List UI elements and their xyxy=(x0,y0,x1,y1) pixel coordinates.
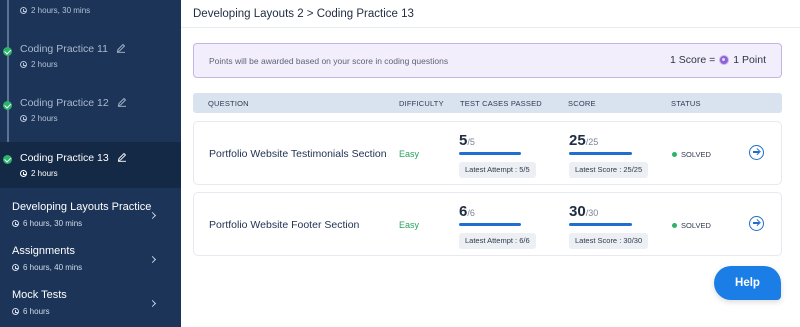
points-banner: Points will be awarded based on your sco… xyxy=(193,43,782,78)
chevron-right-icon xyxy=(148,299,157,308)
section-duration: 6 hours, 30 mins xyxy=(12,219,82,228)
practice-duration: 2 hours xyxy=(20,169,58,178)
clock-icon xyxy=(12,308,19,315)
points-coin-icon xyxy=(719,55,730,65)
latest-attempt-chip: Latest Attempt : 5/5 xyxy=(459,162,536,178)
header-difficulty: DIFFICULTY xyxy=(399,99,444,108)
table-header: QUESTION DIFFICULTY TEST CASES PASSED SC… xyxy=(193,93,782,113)
chevron-right-icon xyxy=(148,255,157,264)
check-icon xyxy=(3,101,12,110)
help-button[interactable]: Help xyxy=(714,266,781,300)
header-question: QUESTION xyxy=(208,99,249,108)
practice-duration: 2 hours xyxy=(20,60,58,69)
practice-title: Coding Practice 12 xyxy=(20,97,109,109)
banner-text: Points will be awarded based on your sco… xyxy=(209,56,449,66)
latest-score-chip: Latest Score : 25/25 xyxy=(569,162,649,178)
pencil-icon[interactable] xyxy=(116,43,126,53)
clock-icon xyxy=(20,115,27,122)
sidebar-section-mock-tests[interactable]: Mock Tests 6 hours xyxy=(0,289,181,327)
section-title: Developing Layouts Practice xyxy=(12,201,152,213)
score-value: 25/25 xyxy=(569,132,599,149)
status-badge: SOLVED xyxy=(672,150,711,159)
clock-icon xyxy=(12,220,19,227)
practice-title: Coding Practice 13 xyxy=(20,152,109,164)
clock-icon xyxy=(12,264,19,271)
score-label: 1 Score = xyxy=(670,54,716,66)
table-row[interactable]: Portfolio Website Testimonials Section E… xyxy=(193,121,782,185)
chevron-right-icon xyxy=(148,211,157,220)
tests-passed-value: 6/6 xyxy=(459,203,475,220)
check-icon xyxy=(3,155,12,164)
sidebar: 2 hours, 30 mins Coding Practice 11 2 ho… xyxy=(0,0,181,327)
point-label: 1 Point xyxy=(733,54,766,66)
sidebar-item-coding-practice-13[interactable]: Coding Practice 13 2 hours xyxy=(0,142,181,188)
breadcrumb: Developing Layouts 2 > Coding Practice 1… xyxy=(193,8,414,20)
status-badge: SOLVED xyxy=(672,221,711,230)
status-dot-icon xyxy=(672,223,677,228)
difficulty-label: Easy xyxy=(399,220,420,230)
header-status: STATUS xyxy=(671,99,701,108)
tests-progress-bar xyxy=(459,152,521,155)
sidebar-item-coding-practice-12[interactable]: Coding Practice 12 2 hours xyxy=(0,97,181,145)
question-title[interactable]: Portfolio Website Footer Section xyxy=(209,219,392,231)
section-duration: 6 hours xyxy=(12,307,50,316)
section-title: Assignments xyxy=(12,245,75,257)
header-score: SCORE xyxy=(568,99,596,108)
check-icon xyxy=(3,47,12,56)
section-duration: 6 hours, 40 mins xyxy=(12,263,82,272)
arrow-right-circle-icon[interactable] xyxy=(749,216,764,231)
score-progress-bar xyxy=(569,152,632,155)
pencil-icon[interactable] xyxy=(117,97,127,107)
latest-attempt-chip: Latest Attempt : 6/6 xyxy=(459,233,536,249)
clock-icon xyxy=(20,7,27,14)
status-dot-icon xyxy=(672,152,677,157)
sidebar-section-developing-layouts-practice[interactable]: Developing Layouts Practice 6 hours, 30 … xyxy=(0,201,181,245)
tests-progress-bar xyxy=(459,223,521,226)
section-title: Mock Tests xyxy=(12,289,67,301)
practice-title: Coding Practice 11 xyxy=(20,43,108,55)
tests-passed-value: 5/5 xyxy=(459,132,475,149)
clock-icon xyxy=(20,170,27,177)
score-progress-bar xyxy=(569,223,632,226)
practice-duration: 2 hours xyxy=(20,114,58,123)
header-test-cases: TEST CASES PASSED xyxy=(460,99,542,108)
score-value: 30/30 xyxy=(569,203,599,220)
sidebar-item-coding-practice-11[interactable]: Coding Practice 11 2 hours xyxy=(0,43,181,91)
top-duration: 2 hours, 30 mins xyxy=(20,6,90,15)
arrow-right-circle-icon[interactable] xyxy=(749,145,764,160)
table-row[interactable]: Portfolio Website Footer Section Easy 6/… xyxy=(193,192,782,256)
main-content: Developing Layouts 2 > Coding Practice 1… xyxy=(181,0,800,327)
latest-score-chip: Latest Score : 30/30 xyxy=(569,233,649,249)
pencil-icon[interactable] xyxy=(117,152,127,162)
points-conversion: 1 Score = 1 Point xyxy=(670,54,766,66)
question-title[interactable]: Portfolio Website Testimonials Section xyxy=(209,148,392,160)
clock-icon xyxy=(20,61,27,68)
sidebar-section-assignments[interactable]: Assignments 6 hours, 40 mins xyxy=(0,245,181,289)
difficulty-label: Easy xyxy=(399,149,420,159)
divider xyxy=(181,27,800,28)
